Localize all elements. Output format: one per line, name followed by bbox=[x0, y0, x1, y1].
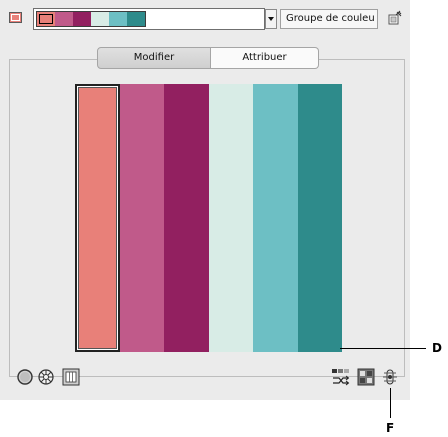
color-column-1[interactable] bbox=[75, 84, 120, 352]
bars-icon[interactable] bbox=[62, 368, 80, 386]
color-column-3[interactable] bbox=[164, 84, 209, 352]
strip-color-1[interactable] bbox=[37, 12, 55, 26]
mode-tabs: Modifier Attribuer bbox=[97, 47, 319, 69]
foreground-color-swatch[interactable] bbox=[9, 12, 22, 23]
chevron-down-icon bbox=[268, 17, 274, 21]
callout-d-line bbox=[340, 348, 426, 349]
group-name-field[interactable]: Groupe de couleu bbox=[280, 9, 378, 29]
tab-modifier[interactable]: Modifier bbox=[97, 47, 211, 69]
tab-attribuer[interactable]: Attribuer bbox=[211, 47, 319, 69]
color-column-4[interactable] bbox=[208, 84, 253, 352]
strip-color-2[interactable] bbox=[55, 12, 73, 26]
color-column-6[interactable] bbox=[297, 84, 342, 352]
strip-color-5[interactable] bbox=[109, 12, 127, 26]
callout-f-line bbox=[390, 388, 391, 418]
color-group-cells bbox=[36, 11, 146, 27]
strip-color-3[interactable] bbox=[73, 12, 91, 26]
strip-color-4[interactable] bbox=[91, 12, 109, 26]
color-column-5[interactable] bbox=[253, 84, 298, 352]
shuffle-icon[interactable] bbox=[331, 368, 351, 386]
color-guide-panel: Groupe de couleu Modifier Attribuer bbox=[0, 0, 410, 400]
save-group-icon[interactable] bbox=[387, 10, 403, 26]
callout-d-label: D bbox=[432, 341, 442, 355]
settings-icon[interactable] bbox=[381, 368, 399, 386]
strip-color-6[interactable] bbox=[127, 12, 145, 26]
group-dropdown-button[interactable] bbox=[265, 9, 277, 29]
color-wheel-icon[interactable] bbox=[37, 368, 55, 386]
color-column-2[interactable] bbox=[119, 84, 164, 352]
callout-f-label: F bbox=[386, 421, 395, 435]
color-columns bbox=[75, 84, 342, 352]
swap-icon[interactable] bbox=[357, 368, 375, 386]
circle-icon[interactable] bbox=[16, 368, 34, 386]
color-group-strip[interactable] bbox=[33, 8, 265, 30]
